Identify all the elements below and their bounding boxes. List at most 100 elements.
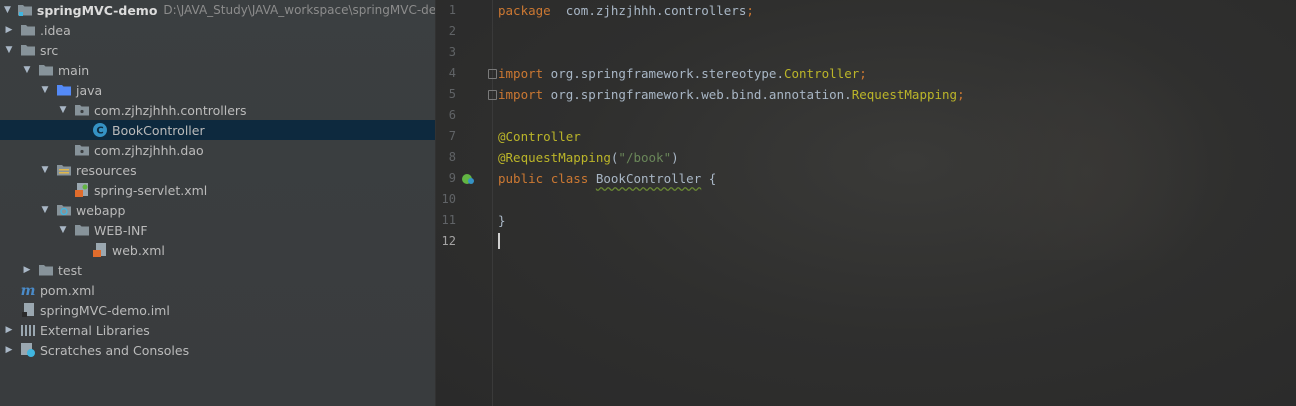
package-icon bbox=[74, 102, 90, 118]
code-token: org.springframework.stereotype. bbox=[543, 66, 784, 81]
code-line[interactable]: import org.springframework.web.bind.anno… bbox=[498, 84, 965, 105]
collapsed-arrow-icon[interactable]: ▶ bbox=[22, 260, 32, 280]
tree-item[interactable]: ▼ springMVC-demo D:\JAVA_Study\JAVA_worksp… bbox=[0, 0, 436, 20]
tree-item[interactable]: ▶spring-servlet.xml bbox=[0, 180, 435, 200]
expanded-arrow-icon[interactable]: ▼ bbox=[40, 80, 50, 100]
java-class-icon: C bbox=[92, 122, 108, 138]
tree-item[interactable]: ▼ resources bbox=[0, 160, 435, 180]
line-number: 1 bbox=[448, 3, 456, 17]
tree-item[interactable]: ▼ com.zjhzjhhh.controllers bbox=[0, 100, 435, 120]
project-tool-window: ▼ springMVC-demo D:\JAVA_Study\JAVA_worksp… bbox=[0, 0, 436, 406]
tree-item[interactable]: ▶web.xml bbox=[0, 240, 435, 260]
line-number: 7 bbox=[448, 129, 456, 143]
line-number: 2 bbox=[448, 24, 456, 38]
code-line[interactable]: @RequestMapping("/book") bbox=[498, 147, 679, 168]
tree-item-label: springMVC-demo bbox=[36, 2, 158, 18]
scratches-icon bbox=[20, 342, 36, 358]
expanded-arrow-icon[interactable]: ▼ bbox=[4, 40, 14, 60]
tree-item[interactable]: ▶ test bbox=[0, 260, 435, 280]
svg-text:m: m bbox=[21, 283, 36, 298]
libraries-icon bbox=[20, 322, 36, 338]
text-caret bbox=[498, 233, 500, 249]
code-token: ; bbox=[746, 3, 754, 18]
code-token: "/book" bbox=[618, 150, 672, 165]
folder-icon bbox=[20, 42, 36, 58]
folder-icon bbox=[20, 22, 36, 38]
web-folder-icon bbox=[56, 202, 72, 218]
source-folder-icon bbox=[56, 82, 72, 98]
code-line[interactable]: } bbox=[498, 210, 506, 231]
code-token: ) bbox=[671, 150, 679, 165]
fold-marker-icon[interactable] bbox=[488, 69, 497, 79]
code-line[interactable]: public class BookController { bbox=[498, 168, 716, 189]
project-path: D:\JAVA_Study\JAVA_workspace\springMVC-d… bbox=[163, 3, 436, 17]
code-editor[interactable]: 1 2 3 4 5 6 7 8 9 10 11 12 package com.zjhzjhhh.con… bbox=[436, 0, 1296, 406]
code-token: ; bbox=[859, 66, 867, 81]
maven-icon: m bbox=[20, 282, 36, 298]
code-line[interactable]: @Controller bbox=[498, 126, 581, 147]
tree-item-label: com.zjhzjhhh.controllers bbox=[94, 102, 247, 118]
tree-item[interactable]: ▶ External Libraries bbox=[0, 320, 435, 340]
tree-item-label: main bbox=[58, 62, 90, 78]
tree-item-label: .idea bbox=[40, 22, 71, 38]
line-number: 8 bbox=[448, 150, 456, 164]
code-token: public bbox=[498, 171, 544, 186]
folder-icon bbox=[38, 62, 54, 78]
code-token: @Controller bbox=[498, 129, 581, 144]
tree-item[interactable]: ▶com.zjhzjhhh.dao bbox=[0, 140, 435, 160]
editor-gutter[interactable]: 1 2 3 4 5 6 7 8 9 10 11 12 bbox=[436, 0, 497, 406]
tree-item-label: spring-servlet.xml bbox=[94, 182, 208, 198]
tree-item[interactable]: ▼ WEB-INF bbox=[0, 220, 435, 240]
tree-item[interactable]: ▶ Scratches and Consoles bbox=[0, 340, 435, 360]
expanded-arrow-icon[interactable]: ▼ bbox=[40, 160, 50, 180]
code-token: BookController bbox=[595, 171, 702, 186]
code-token: org.springframework.web.bind.annotation. bbox=[543, 87, 852, 102]
tree-item-label: com.zjhzjhhh.dao bbox=[94, 142, 204, 158]
tree-item-label: External Libraries bbox=[40, 322, 150, 338]
line-number: 11 bbox=[441, 213, 456, 227]
tree-item-label: pom.xml bbox=[40, 282, 95, 298]
tree-item[interactable]: ▶mpom.xml bbox=[0, 280, 435, 300]
background-image bbox=[956, 40, 1216, 260]
line-number: 12 bbox=[441, 234, 456, 248]
code-token: ; bbox=[957, 87, 965, 102]
expanded-arrow-icon[interactable]: ▼ bbox=[4, 0, 11, 20]
fold-marker-icon[interactable] bbox=[488, 90, 497, 100]
expanded-arrow-icon[interactable]: ▼ bbox=[40, 200, 50, 220]
line-number: 4 bbox=[448, 66, 456, 80]
tree-item-label: test bbox=[58, 262, 83, 278]
package-icon bbox=[74, 142, 90, 158]
code-token: { bbox=[701, 171, 717, 186]
tree-item[interactable]: ▶CBookController bbox=[0, 120, 435, 140]
tree-item[interactable]: ▼ java bbox=[0, 80, 435, 100]
tree-item[interactable]: ▶springMVC-demo.iml bbox=[0, 300, 435, 320]
resources-folder-icon bbox=[56, 162, 72, 178]
xml-file-icon bbox=[92, 242, 108, 258]
tree-item-label: web.xml bbox=[112, 242, 165, 258]
code-line[interactable]: import org.springframework.stereotype.Co… bbox=[498, 63, 867, 84]
code-token: @RequestMapping bbox=[498, 150, 611, 165]
collapsed-arrow-icon[interactable]: ▶ bbox=[4, 340, 14, 360]
line-number: 9 bbox=[448, 171, 456, 185]
tree-item[interactable]: ▶ .idea bbox=[0, 20, 435, 40]
collapsed-arrow-icon[interactable]: ▶ bbox=[4, 320, 14, 340]
line-number: 3 bbox=[448, 45, 456, 59]
expanded-arrow-icon[interactable]: ▼ bbox=[22, 60, 32, 80]
tree-item-label: webapp bbox=[76, 202, 126, 218]
line-number: 6 bbox=[448, 108, 456, 122]
expanded-arrow-icon[interactable]: ▼ bbox=[58, 100, 68, 120]
expanded-arrow-icon[interactable]: ▼ bbox=[58, 220, 68, 240]
tree-item[interactable]: ▼ webapp bbox=[0, 200, 435, 220]
tree-item[interactable]: ▼ src bbox=[0, 40, 435, 60]
line-number: 5 bbox=[448, 87, 456, 101]
code-line[interactable]: package com.zjhzjhhh.controllers; bbox=[498, 0, 754, 21]
collapsed-arrow-icon[interactable]: ▶ bbox=[4, 20, 14, 40]
spring-bean-icon[interactable] bbox=[461, 171, 475, 185]
spring-xml-icon bbox=[74, 182, 90, 198]
tree-item-label: springMVC-demo.iml bbox=[40, 302, 170, 318]
code-token: import bbox=[498, 87, 544, 102]
tree-item[interactable]: ▼ main bbox=[0, 60, 435, 80]
code-token: import bbox=[498, 66, 544, 81]
